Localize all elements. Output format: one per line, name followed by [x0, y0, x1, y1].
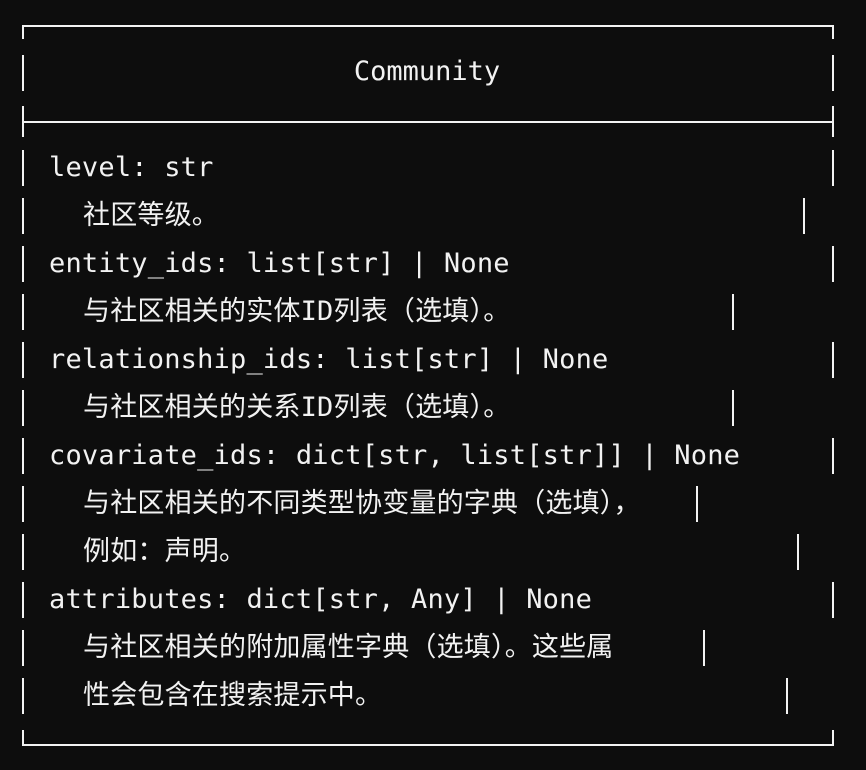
row-right-bar [832, 438, 834, 474]
field-description: 性会包含在搜索提示中。 [83, 680, 383, 711]
row-left-bar [22, 342, 24, 378]
field-description: 与社区相关的关系ID列表（选填）。 [83, 392, 511, 423]
field-description: 与社区相关的实体ID列表（选填）。 [83, 296, 511, 327]
field-description: 例如：声明。 [83, 536, 247, 567]
frame-bottom-right-tick [832, 730, 834, 745]
separator-right-tick [832, 106, 834, 137]
row-right-bar [732, 294, 734, 330]
row-right-bar [832, 246, 834, 282]
field-description: 社区等级。 [83, 200, 219, 231]
row-right-bar [803, 198, 805, 234]
class-title: Community [353, 56, 501, 87]
frame-top-left-tick [22, 25, 24, 39]
row-right-bar [832, 150, 834, 186]
field-signature: level: str [49, 152, 214, 183]
field-signature: entity_ids: list[str] | None [49, 248, 510, 279]
row-left-bar [22, 678, 24, 714]
row-right-bar [703, 630, 705, 666]
frame-bottom-border [22, 744, 834, 746]
field-signature: attributes: dict[str, Any] | None [49, 584, 593, 615]
row-right-bar [797, 534, 799, 570]
row-left-bar [22, 438, 24, 474]
frame-top-border [22, 25, 834, 27]
row-left-bar [22, 390, 24, 426]
row-right-bar [832, 582, 834, 618]
row-left-bar [22, 582, 24, 618]
row-left-bar [22, 534, 24, 570]
row-right-bar [832, 342, 834, 378]
row-left-bar [22, 294, 24, 330]
header-separator [22, 121, 834, 123]
field-signature: relationship_ids: list[str] | None [49, 344, 609, 375]
field-description: 与社区相关的附加属性字典（选填）。这些属 [83, 632, 614, 663]
field-description: 与社区相关的不同类型协变量的字典（选填）， [83, 488, 641, 519]
row-left-bar [22, 150, 24, 186]
row-left-bar [22, 198, 24, 234]
row-left-bar [22, 246, 24, 282]
row-left-bar [22, 630, 24, 666]
frame-top-right-tick [832, 25, 834, 39]
row-right-bar [786, 678, 788, 714]
frame-bottom-left-tick [22, 730, 24, 745]
separator-left-tick [22, 106, 24, 137]
row-left-bar [22, 486, 24, 522]
row-right-bar [696, 486, 698, 522]
row-right-bar [732, 390, 734, 426]
field-signature: covariate_ids: dict[str, list[str]] | No… [49, 440, 741, 471]
class-diagram: Community level: str entity_ids: list[st… [0, 0, 866, 770]
